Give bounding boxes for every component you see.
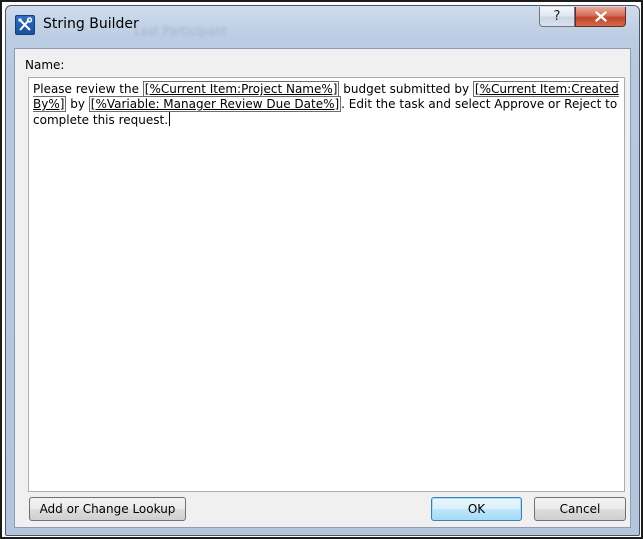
string-builder-dialog: String Builder Last Participant ? Name: … [5, 5, 640, 536]
window-title: String Builder [43, 16, 139, 32]
ok-button[interactable]: OK [431, 497, 522, 521]
close-icon [594, 11, 607, 22]
screenshot-frame: String Builder Last Participant ? Name: … [0, 0, 643, 539]
cancel-button[interactable]: Cancel [534, 497, 626, 521]
text-cursor [169, 112, 171, 126]
name-label: Name: [25, 58, 65, 72]
text-segment: budget submitted by [339, 82, 473, 96]
help-icon: ? [553, 9, 561, 24]
lookup-token-project-name[interactable]: [%Current Item:Project Name%] [142, 81, 340, 97]
add-or-change-lookup-button[interactable]: Add or Change Lookup [29, 497, 186, 521]
tools-icon [15, 15, 35, 35]
help-button[interactable]: ? [539, 7, 575, 27]
background-window-ghost-text: Last Participant [134, 24, 228, 38]
lookup-token-manager-review-due-date[interactable]: [%Variable: Manager Review Due Date%] [88, 96, 342, 112]
title-bar[interactable]: String Builder Last Participant ? [6, 6, 639, 42]
close-button[interactable] [575, 7, 626, 27]
string-text-area[interactable]: Please review the [%Current Item:Project… [28, 77, 625, 492]
text-segment: Please review the [33, 82, 143, 96]
text-segment: by [66, 97, 89, 111]
dialog-client-area: Name: Please review the [%Current Item:P… [14, 48, 631, 528]
